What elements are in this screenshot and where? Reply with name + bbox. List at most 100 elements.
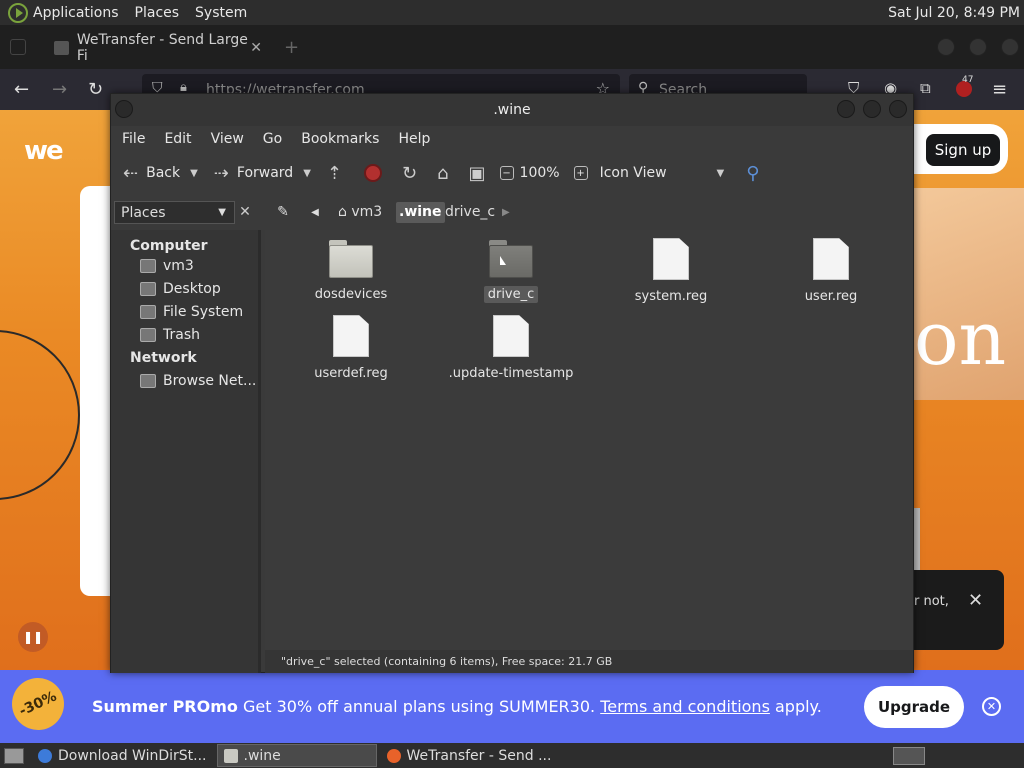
grey-strip xyxy=(913,508,920,570)
menu-system[interactable]: System xyxy=(195,5,247,21)
maximize-icon[interactable] xyxy=(863,100,881,118)
breadcrumb-drive-c[interactable]: drive_c xyxy=(442,202,498,223)
pause-icon[interactable]: ❚❚ xyxy=(18,622,48,652)
forward-button[interactable]: ⇢ Forward ▼ xyxy=(214,163,311,184)
task-wetransfer[interactable]: WeTransfer - Send ... xyxy=(381,744,558,767)
up-icon[interactable]: ⇡ xyxy=(327,163,342,184)
breadcrumb-left-icon[interactable]: ◀ xyxy=(307,201,323,224)
sidebar-select-value: Places xyxy=(121,205,166,221)
close-sidebar-icon[interactable]: ✕ xyxy=(235,201,255,224)
file-manager-window: .wine File Edit View Go Bookmarks Help ⇠… xyxy=(110,93,914,673)
menu-edit[interactable]: Edit xyxy=(164,131,191,147)
mouse-cursor-icon xyxy=(500,256,506,265)
folder-icon xyxy=(223,748,238,763)
file-item[interactable]: user.reg xyxy=(761,238,901,305)
forward-label: Forward xyxy=(236,165,294,181)
distro-logo-icon[interactable] xyxy=(8,2,28,23)
file-item[interactable]: drive_c xyxy=(441,240,581,303)
sidebar-item-vm3[interactable]: vm3 xyxy=(140,258,194,274)
chromium-icon xyxy=(38,748,52,763)
search-icon[interactable]: ⚲ xyxy=(746,163,759,184)
menu-bar: File Edit View Go Bookmarks Help xyxy=(111,126,913,152)
close-icon[interactable] xyxy=(889,100,907,118)
breadcrumb-right-icon[interactable]: ▶ xyxy=(502,201,510,224)
cookie-close-icon[interactable]: ✕ xyxy=(968,590,983,611)
file-item[interactable]: userdef.reg xyxy=(281,315,421,382)
forward-arrow-icon[interactable]: → xyxy=(52,79,67,100)
window-titlebar[interactable]: .wine xyxy=(111,94,913,126)
menu-help[interactable]: Help xyxy=(398,131,430,147)
terms-link[interactable]: Terms and conditions xyxy=(600,697,770,716)
menu-go[interactable]: Go xyxy=(263,131,282,147)
promo-text: Summer PROmo Get 30% off annual plans us… xyxy=(92,697,822,716)
window-menu-icon[interactable] xyxy=(115,100,133,118)
browser-tab-bar: WeTransfer - Send Large Fi ✕ + xyxy=(0,25,1024,69)
sidebar-item-trash[interactable]: Trash xyxy=(140,327,200,343)
minimize-icon[interactable] xyxy=(937,38,955,56)
file-item[interactable]: system.reg xyxy=(601,238,741,305)
file-item[interactable]: dosdevices xyxy=(281,240,421,303)
upgrade-button[interactable]: Upgrade xyxy=(864,686,964,728)
view-mode-select[interactable]: Icon View xyxy=(600,165,667,181)
sidebar-header-computer: Computer xyxy=(130,238,208,254)
chevron-down-icon: ▼ xyxy=(218,207,226,218)
extensions-icon[interactable]: ⧉ xyxy=(920,79,931,97)
folder-icon xyxy=(329,240,373,278)
view-mode-dropdown-icon[interactable]: ▼ xyxy=(717,168,725,179)
status-bar: "drive_c" selected (containing 6 items),… xyxy=(265,650,913,673)
edit-location-icon[interactable]: ✎ xyxy=(271,201,295,224)
file-label: user.reg xyxy=(804,289,858,304)
stop-icon[interactable] xyxy=(364,164,382,182)
menu-view[interactable]: View xyxy=(211,131,244,147)
document-icon xyxy=(653,238,689,280)
workspace-switcher[interactable] xyxy=(893,747,925,765)
file-label: userdef.reg xyxy=(314,366,388,381)
tab-close-icon[interactable]: ✕ xyxy=(250,40,262,56)
task-windirstat[interactable]: Download WinDirSt... xyxy=(32,744,213,767)
task-wine-folder[interactable]: .wine xyxy=(216,744,377,767)
wetransfer-logo[interactable]: we xyxy=(24,136,64,166)
icon-view[interactable]: dosdevices drive_c system.reg user.reg u… xyxy=(265,230,913,650)
zoom-out-icon[interactable]: − xyxy=(499,166,514,180)
file-label: .update-timestamp xyxy=(448,366,574,381)
new-tab-icon[interactable]: + xyxy=(284,37,299,58)
sidebar-item-filesystem[interactable]: File System xyxy=(140,304,243,320)
sidebar-header-network: Network xyxy=(130,350,197,366)
sidebar-item-browse-network[interactable]: Browse Net... xyxy=(140,373,256,389)
hamburger-menu-icon[interactable]: ≡ xyxy=(992,79,1007,100)
menu-file[interactable]: File xyxy=(122,131,145,147)
minimize-icon[interactable] xyxy=(837,100,855,118)
computer-icon[interactable]: ▣ xyxy=(469,163,486,184)
cookie-banner: r not, ✕ xyxy=(914,570,1004,650)
back-dropdown-icon[interactable]: ▼ xyxy=(190,168,198,179)
promo-close-icon[interactable]: ✕ xyxy=(982,697,1001,716)
breadcrumb-vm3[interactable]: ⌂ vm3 xyxy=(335,202,385,223)
file-label: system.reg xyxy=(634,289,708,304)
back-arrow-icon[interactable]: ← xyxy=(14,79,29,100)
reload-icon[interactable]: ↻ xyxy=(88,79,103,100)
home-icon[interactable]: ⌂ xyxy=(437,163,448,184)
menu-places[interactable]: Places xyxy=(135,5,180,21)
tab-overview-icon[interactable] xyxy=(10,39,26,55)
maximize-icon[interactable] xyxy=(969,38,987,56)
sidebar-select[interactable]: Places ▼ xyxy=(114,201,235,224)
signup-button[interactable]: Sign up xyxy=(926,134,1000,166)
breadcrumb-wine[interactable]: .wine xyxy=(396,202,445,223)
reload-icon[interactable]: ↻ xyxy=(402,163,417,184)
window-title: .wine xyxy=(493,102,531,118)
back-button[interactable]: ⇠ Back ▼ xyxy=(123,163,198,184)
clock[interactable]: Sat Jul 20, 8:49 PM xyxy=(888,5,1020,21)
menu-applications[interactable]: Applications xyxy=(33,5,119,21)
desktop-folder-icon xyxy=(140,282,156,296)
zoom-level[interactable]: 100% xyxy=(520,165,560,181)
file-item[interactable]: .update-timestamp xyxy=(441,315,581,382)
browser-tab[interactable]: WeTransfer - Send Large Fi ✕ xyxy=(44,32,272,64)
close-window-icon[interactable] xyxy=(1001,38,1019,56)
menu-bookmarks[interactable]: Bookmarks xyxy=(301,131,379,147)
hero-text: on xyxy=(914,296,1007,382)
show-desktop-icon[interactable] xyxy=(4,747,24,764)
sidebar-item-desktop[interactable]: Desktop xyxy=(140,281,221,297)
folder-icon xyxy=(489,240,533,278)
forward-dropdown-icon[interactable]: ▼ xyxy=(303,168,311,179)
zoom-in-icon[interactable]: + xyxy=(573,166,588,180)
